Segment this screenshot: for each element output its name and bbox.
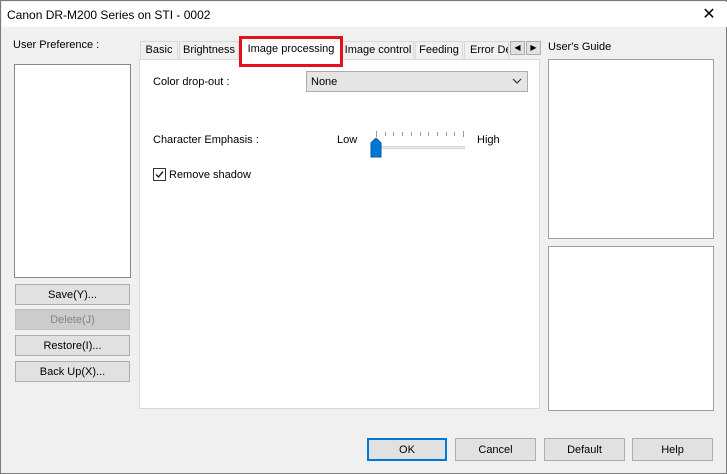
character-emphasis-label: Character Emphasis : bbox=[153, 134, 259, 146]
tab-error-detection[interactable]: Error De bbox=[464, 41, 509, 59]
preview-pane bbox=[548, 246, 714, 411]
slider-tick bbox=[411, 132, 412, 136]
help-button[interactable]: Help bbox=[632, 438, 713, 461]
tab-feeding[interactable]: Feeding bbox=[415, 41, 463, 59]
remove-shadow-checkbox[interactable] bbox=[153, 168, 166, 181]
default-button[interactable]: Default bbox=[544, 438, 625, 461]
tab-basic[interactable]: Basic bbox=[140, 41, 178, 59]
slider-tick bbox=[454, 132, 455, 136]
title-bar[interactable]: Canon DR-M200 Series on STI - 0002 ✕ bbox=[2, 2, 727, 27]
ok-button[interactable]: OK bbox=[367, 438, 447, 461]
close-icon[interactable]: ✕ bbox=[691, 2, 727, 27]
tab-scroll-right-icon[interactable]: ▶ bbox=[526, 41, 541, 55]
character-emphasis-slider-thumb[interactable] bbox=[370, 138, 382, 158]
slider-tick bbox=[376, 131, 377, 137]
cancel-button[interactable]: Cancel bbox=[455, 438, 536, 461]
slider-tick bbox=[385, 132, 386, 136]
checkmark-icon bbox=[155, 171, 164, 179]
color-dropout-label: Color drop-out : bbox=[153, 76, 230, 88]
users-guide-label: User's Guide bbox=[548, 41, 612, 53]
slider-tick bbox=[463, 131, 464, 137]
delete-button: Delete(J) bbox=[15, 309, 130, 330]
character-emphasis-slider-track[interactable] bbox=[373, 146, 465, 149]
user-preference-label: User Preference : bbox=[13, 39, 100, 51]
color-dropout-value: None bbox=[311, 76, 338, 88]
tab-image-control[interactable]: Image control bbox=[342, 41, 414, 59]
users-guide-pane[interactable] bbox=[548, 59, 714, 239]
slider-tick bbox=[437, 132, 438, 136]
dialog-window: Canon DR-M200 Series on STI - 0002 ✕ Use… bbox=[0, 0, 727, 474]
slider-tick bbox=[393, 132, 394, 136]
tab-scroll-left-icon[interactable]: ◀ bbox=[510, 41, 525, 55]
tab-image-processing[interactable]: Image processing bbox=[241, 38, 341, 60]
backup-button[interactable]: Back Up(X)... bbox=[15, 361, 130, 382]
window-title: Canon DR-M200 Series on STI - 0002 bbox=[7, 8, 211, 22]
slider-high-label: High bbox=[477, 134, 500, 146]
tab-brightness[interactable]: Brightness bbox=[179, 41, 239, 59]
chevron-down-icon bbox=[512, 78, 522, 84]
save-button[interactable]: Save(Y)... bbox=[15, 284, 130, 305]
user-preference-list[interactable] bbox=[14, 64, 131, 278]
color-dropout-select[interactable]: None bbox=[306, 71, 528, 92]
slider-tick bbox=[402, 132, 403, 136]
slider-tick bbox=[446, 132, 447, 136]
slider-tick bbox=[420, 132, 421, 136]
slider-low-label: Low bbox=[337, 134, 358, 146]
slider-tick bbox=[428, 132, 429, 136]
restore-button[interactable]: Restore(I)... bbox=[15, 335, 130, 356]
image-processing-panel bbox=[139, 59, 540, 409]
remove-shadow-label: Remove shadow bbox=[169, 169, 251, 181]
